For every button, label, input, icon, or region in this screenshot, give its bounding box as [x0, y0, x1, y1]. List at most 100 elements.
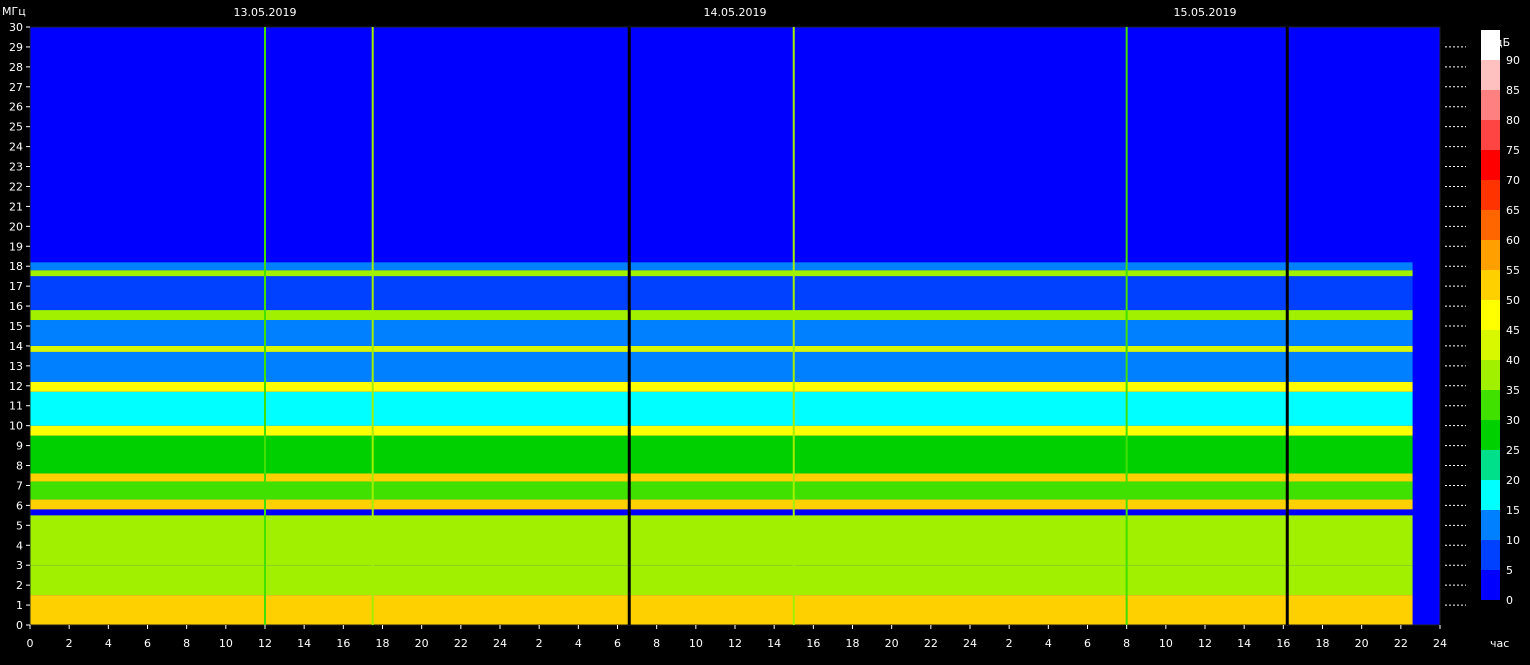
- x-tick-label: 16: [336, 637, 350, 650]
- colorbar-tick-label: 55: [1506, 264, 1520, 277]
- spectrogram-plot: [29, 26, 1441, 626]
- x-tick-label: 22: [1394, 637, 1408, 650]
- y-tick-label: 23: [9, 161, 23, 174]
- y-tick-label: 19: [9, 240, 23, 253]
- x-tick-label: 4: [105, 637, 112, 650]
- colorbar-tick-label: 90: [1506, 54, 1520, 67]
- x-tick-label: 6: [614, 637, 621, 650]
- colorbar-tick-label: 25: [1506, 444, 1520, 457]
- y-tick-label: 14: [9, 340, 23, 353]
- x-tick-label: 16: [1276, 637, 1290, 650]
- y-tick-label: 29: [9, 41, 23, 54]
- colorbar-tick-label: 60: [1506, 234, 1520, 247]
- x-tick-label: 16: [806, 637, 820, 650]
- x-tick-label: 22: [924, 637, 938, 650]
- colorbar-tick-label: 50: [1506, 294, 1520, 307]
- colorbar-tick-label: 70: [1506, 174, 1520, 187]
- y-tick-label: 26: [9, 101, 23, 114]
- spectrogram-chart: 0123456789101112131415161718192021222324…: [0, 0, 1530, 660]
- y-tick-label: 20: [9, 220, 23, 233]
- colorbar-segment: [1481, 90, 1500, 120]
- colorbar-segment: [1481, 330, 1500, 360]
- frequency-band: [30, 499, 1413, 510]
- x-tick-label: 22: [454, 637, 468, 650]
- x-tick-label: 20: [415, 637, 429, 650]
- frequency-band: [30, 391, 1413, 426]
- colorbar-segment: [1481, 420, 1500, 450]
- frequency-band: [30, 435, 1413, 474]
- colorbar-segment: [1481, 210, 1500, 240]
- frequency-band: [30, 381, 1413, 392]
- y-tick-label: 17: [9, 280, 23, 293]
- frequency-band: [30, 320, 1413, 346]
- colorbar-tick-label: 20: [1506, 474, 1520, 487]
- colorbar-tick-label: 0: [1506, 594, 1513, 607]
- x-tick-label: 2: [1006, 637, 1013, 650]
- colorbar-tick-label: 40: [1506, 354, 1520, 367]
- colorbar-segment: [1481, 270, 1500, 300]
- y-tick-label: 12: [9, 380, 23, 393]
- spectrogram-window: 0 1 2 3 4 5 6 7 8 9 10 11 12 13 14 15 16 17 18 19 20 21 22 23 24…: [0, 0, 1530, 660]
- x-tick-label: 20: [885, 637, 899, 650]
- y-axis-label: МГц: [2, 5, 26, 18]
- y-tick-label: 2: [16, 579, 23, 592]
- x-tick-label: 10: [1159, 637, 1173, 650]
- colorbar-tick-label: 65: [1506, 204, 1520, 217]
- y-tick-label: 18: [9, 260, 23, 273]
- colorbar-segment: [1481, 570, 1500, 600]
- colorbar-segment: [1481, 180, 1500, 210]
- x-tick-label: 12: [1198, 637, 1212, 650]
- y-tick-label: 9: [16, 440, 23, 453]
- y-tick-label: 22: [9, 180, 23, 193]
- x-tick-label: 14: [1237, 637, 1251, 650]
- frequency-band: [30, 425, 1413, 436]
- colorbar-segment: [1481, 120, 1500, 150]
- x-tick-label: 18: [1316, 637, 1330, 650]
- y-tick-label: 24: [9, 141, 23, 154]
- y-tick-label: 28: [9, 61, 23, 74]
- x-tick-label: 8: [653, 637, 660, 650]
- y-tick-label: 8: [16, 460, 23, 473]
- colorbar-tick-label: 15: [1506, 504, 1520, 517]
- y-tick-label: 13: [9, 360, 23, 373]
- x-tick-label: 8: [183, 637, 190, 650]
- frequency-band: [30, 270, 1413, 277]
- y-tick-label: 10: [9, 420, 23, 433]
- x-tick-label: 6: [144, 637, 151, 650]
- frequency-band: [30, 27, 1413, 263]
- frequency-band: [30, 310, 1413, 321]
- y-tick-label: 11: [9, 400, 23, 413]
- y-tick-label: 27: [9, 81, 23, 94]
- colorbar-segment: [1481, 390, 1500, 420]
- frequency-band: [30, 473, 1413, 482]
- frequency-band: [30, 595, 1413, 625]
- colorbar-tick-label: 5: [1506, 564, 1513, 577]
- x-tick-label: 10: [689, 637, 703, 650]
- y-tick-label: 1: [16, 599, 23, 612]
- x-tick-label: 4: [1045, 637, 1052, 650]
- x-tick-label: 2: [536, 637, 543, 650]
- y-tick-label: 5: [16, 519, 23, 532]
- colorbar-segment: [1481, 510, 1500, 540]
- x-tick-label: 20: [1355, 637, 1369, 650]
- date-label: 15.05.2019: [1174, 6, 1237, 19]
- colorbar-segment: [1481, 300, 1500, 330]
- date-label: 13.05.2019: [234, 6, 297, 19]
- y-tick-label: 7: [16, 479, 23, 492]
- y-tick-label: 6: [16, 499, 23, 512]
- y-tick-label: 3: [16, 559, 23, 572]
- x-tick-label: 10: [219, 637, 233, 650]
- x-tick-label: 6: [1084, 637, 1091, 650]
- colorbar-tick-label: 30: [1506, 414, 1520, 427]
- y-tick-label: 21: [9, 200, 23, 213]
- colorbar-tick-label: 80: [1506, 114, 1520, 127]
- y-tick-label: 30: [9, 21, 23, 34]
- colorbar-segment: [1481, 540, 1500, 570]
- x-tick-label: 12: [728, 637, 742, 650]
- frequency-band: [30, 351, 1413, 382]
- frequency-band: [30, 276, 1413, 311]
- frequency-band: [30, 262, 1413, 271]
- x-axis-label: час: [1490, 637, 1509, 650]
- colorbar-segment: [1481, 360, 1500, 390]
- colorbar-label: дБ: [1495, 36, 1510, 49]
